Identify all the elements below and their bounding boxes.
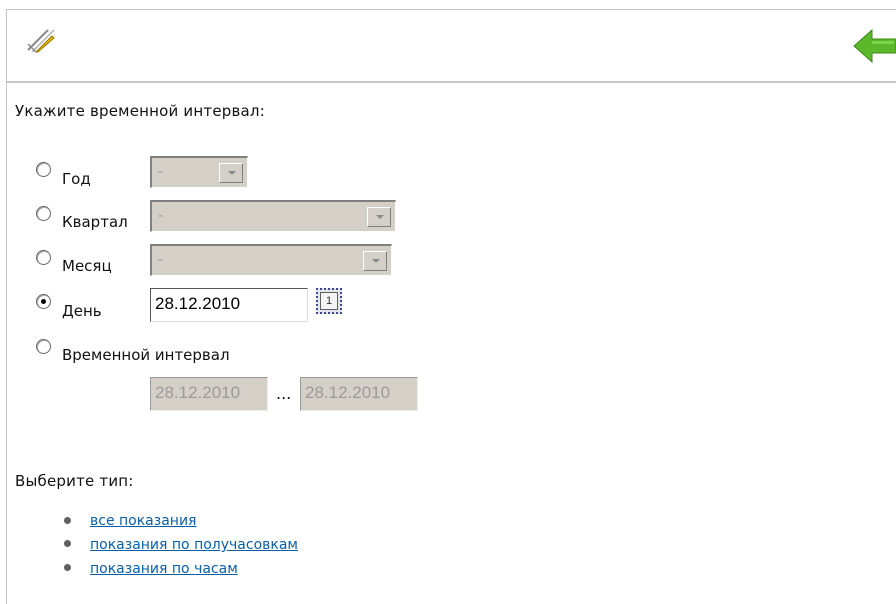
- back-arrow-icon[interactable]: [852, 26, 896, 70]
- quarter-select-value: -: [158, 207, 163, 224]
- period-heading: Укажите временной интервал:: [15, 102, 265, 120]
- list-bullet: [64, 517, 71, 524]
- interval-from-input[interactable]: 28.12.2010: [150, 377, 268, 411]
- list-bullet: [64, 564, 71, 571]
- radio-interval-label: Временной интервал: [62, 346, 230, 364]
- interval-separator: ...: [276, 384, 292, 403]
- radio-interval[interactable]: [36, 339, 51, 354]
- quarter-dropdown-arrow-icon[interactable]: [367, 207, 391, 227]
- link-half-hour-readings[interactable]: показания по получасовкам: [90, 537, 298, 553]
- month-select[interactable]: -: [150, 244, 392, 276]
- toolbar-divider: [6, 81, 896, 83]
- day-date-input[interactable]: 28.12.2010: [150, 288, 308, 322]
- calendar-icon: 1: [320, 292, 338, 310]
- left-border: [6, 9, 7, 604]
- radio-quarter[interactable]: [36, 206, 51, 221]
- quarter-select[interactable]: -: [150, 200, 396, 232]
- type-heading: Выберите тип:: [15, 472, 134, 490]
- year-dropdown-arrow-icon[interactable]: [219, 163, 243, 183]
- month-dropdown-arrow-icon[interactable]: [363, 251, 387, 271]
- interval-to-input[interactable]: 28.12.2010: [300, 377, 418, 411]
- radio-year[interactable]: [36, 162, 51, 177]
- radio-day-label: День: [62, 302, 102, 320]
- radio-year-label: Год: [62, 170, 91, 188]
- link-all-readings[interactable]: все показания: [90, 513, 196, 529]
- radio-month-label: Месяц: [62, 257, 112, 275]
- list-bullet: [64, 540, 71, 547]
- link-hourly-readings[interactable]: показания по часам: [90, 561, 238, 577]
- month-select-value: -: [158, 251, 163, 268]
- calendar-button[interactable]: 1: [316, 288, 342, 314]
- year-select[interactable]: -: [150, 156, 248, 188]
- top-border: [6, 9, 896, 10]
- radio-quarter-label: Квартал: [62, 213, 128, 231]
- radio-month[interactable]: [36, 250, 51, 265]
- year-select-value: -: [158, 163, 163, 180]
- radio-day[interactable]: [36, 294, 51, 309]
- pencil-ruler-icon[interactable]: [26, 24, 56, 58]
